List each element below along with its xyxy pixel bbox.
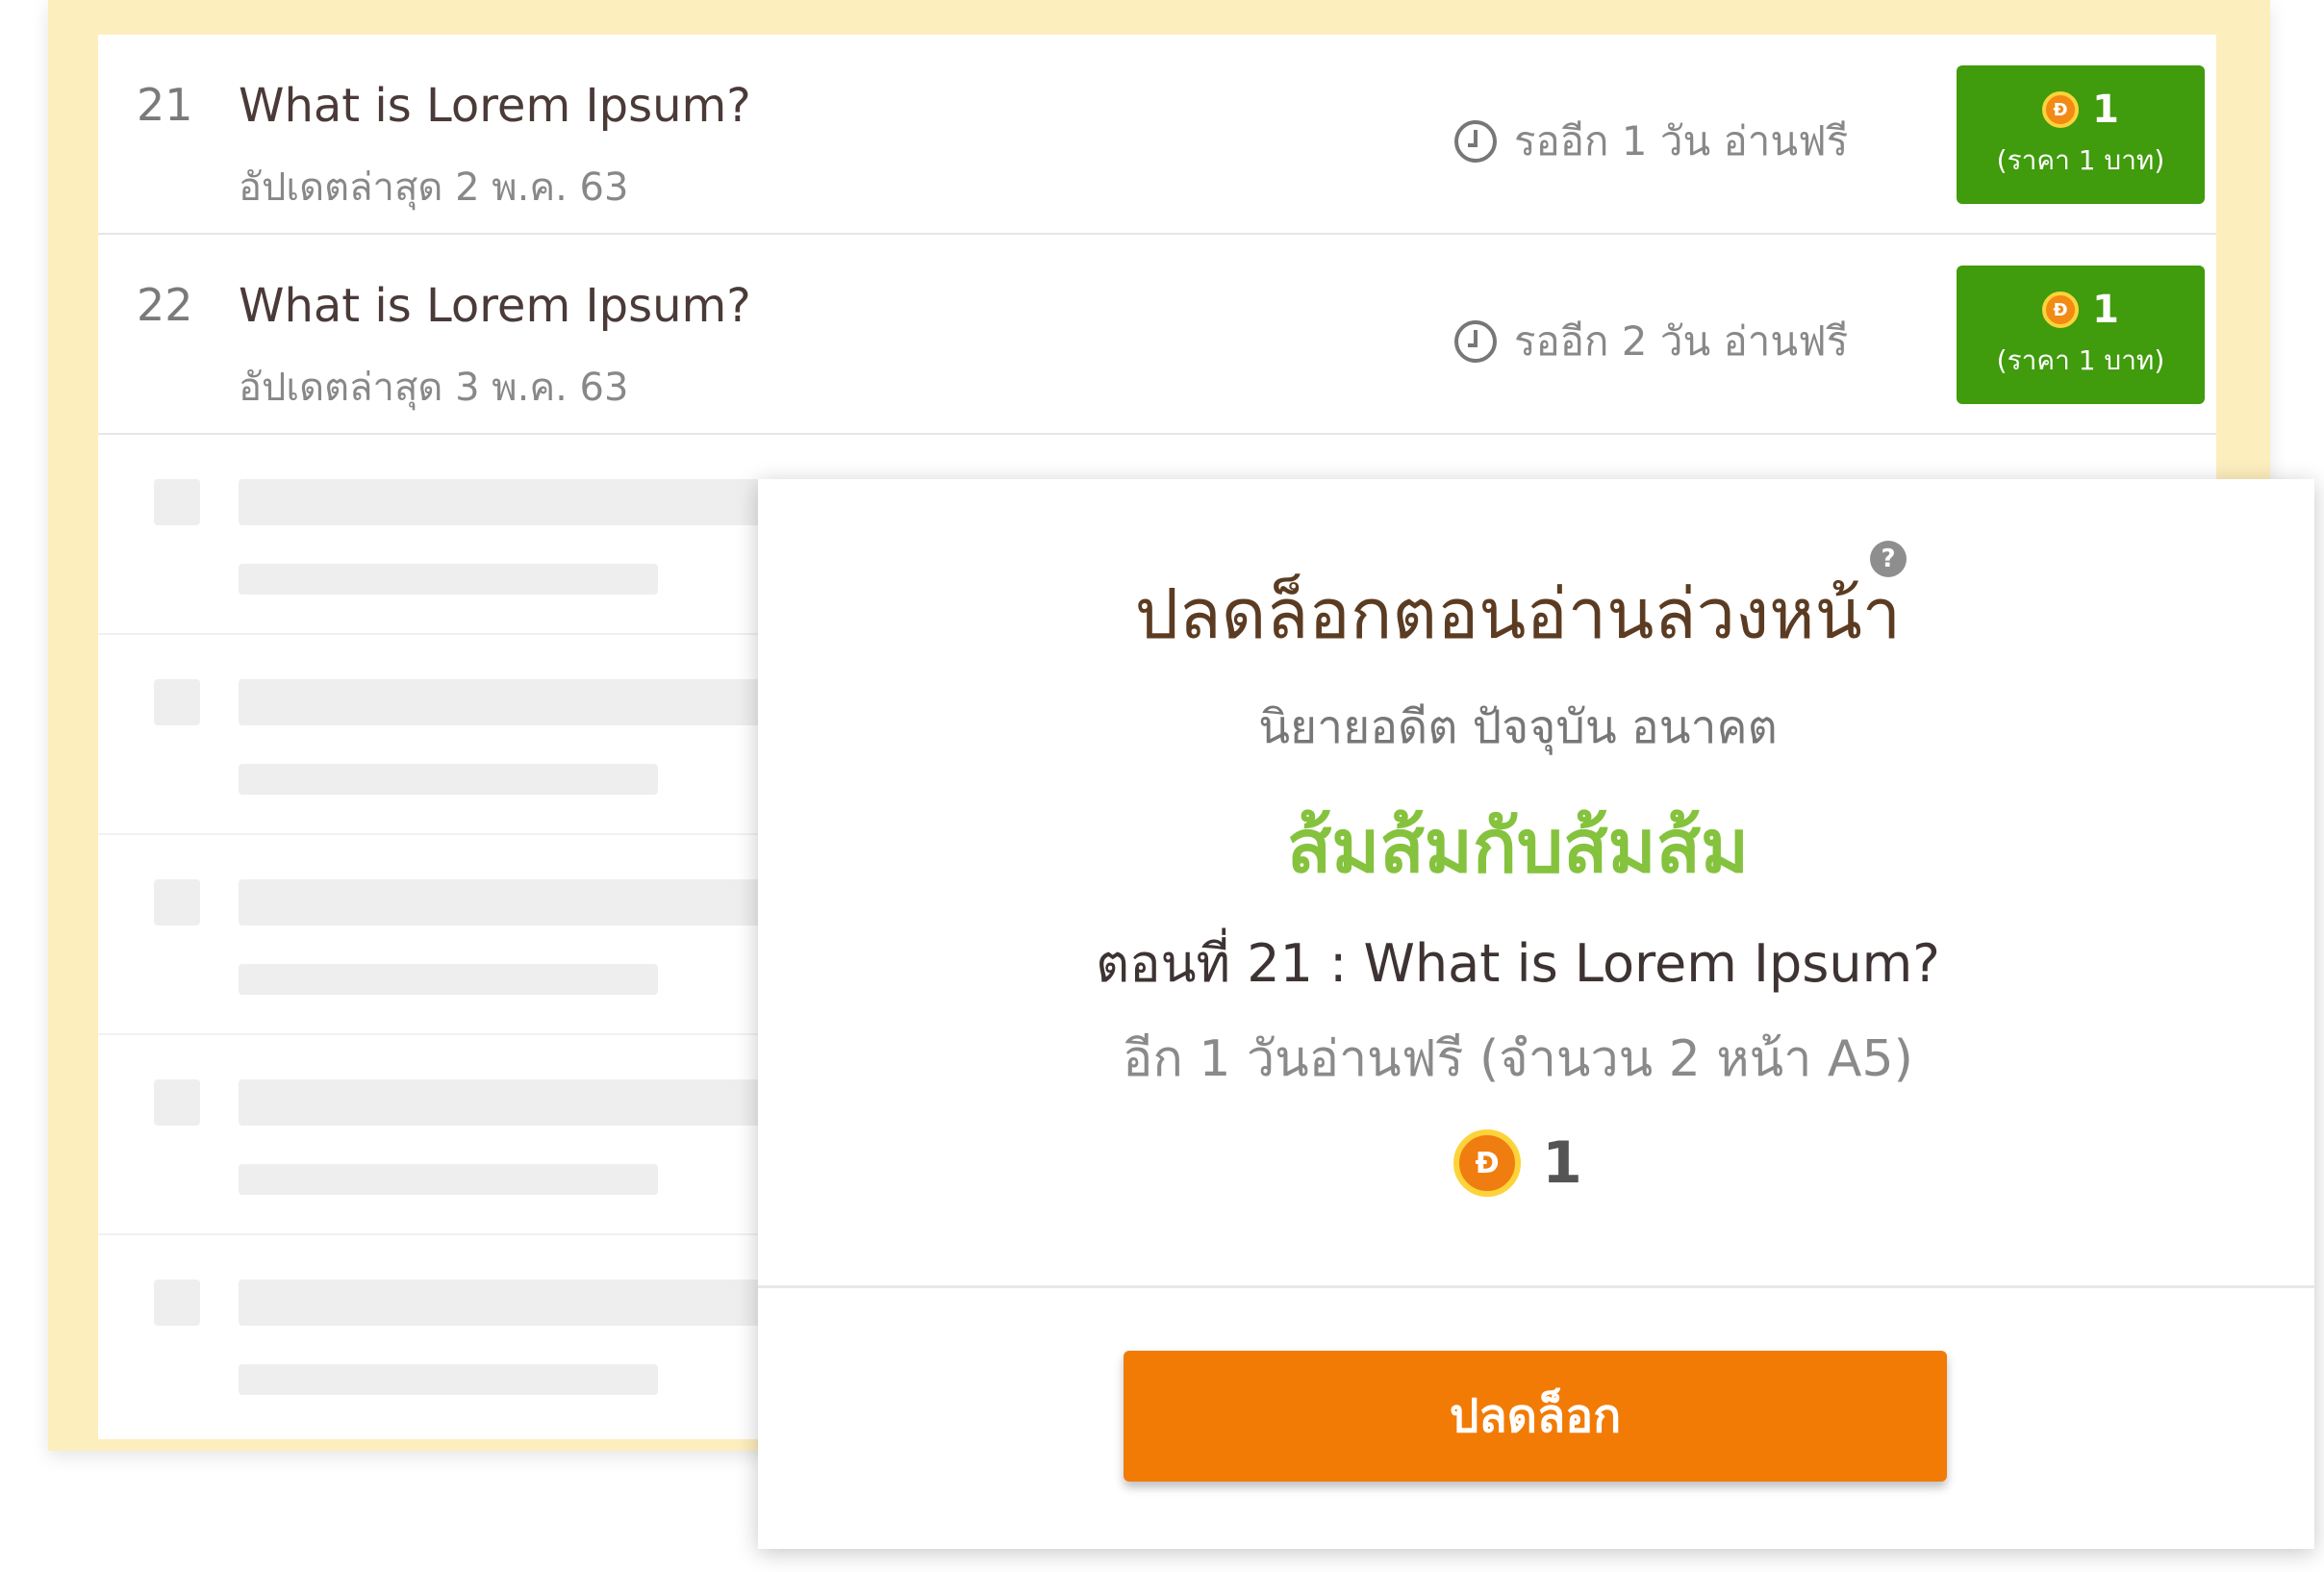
buy-episode-button[interactable]: Ɖ 1 (ราคา 1 บาท)	[1957, 65, 2205, 204]
unlock-button[interactable]: ปลดล็อก	[1124, 1351, 1947, 1482]
skeleton-date	[239, 564, 658, 595]
skeleton-title	[239, 679, 835, 725]
skeleton-title	[239, 1280, 835, 1326]
coin-icon: Ɖ	[1453, 1129, 1522, 1197]
skeleton-number	[154, 1079, 200, 1126]
skeleton-title	[239, 879, 835, 925]
skeleton-number	[154, 879, 200, 925]
price-note: (ราคา 1 บาท)	[1996, 344, 2165, 376]
clock-icon	[1454, 120, 1497, 163]
price-note: (ราคา 1 บาท)	[1996, 144, 2165, 176]
unlock-price: Ɖ 1	[758, 1129, 2278, 1197]
wait-free-label: รออีก 1 วัน อ่านฟรี	[1514, 117, 1849, 165]
skeleton-date	[239, 1364, 658, 1395]
buy-episode-button[interactable]: Ɖ 1 (ราคา 1 บาท)	[1957, 266, 2205, 404]
skeleton-date	[239, 1164, 658, 1195]
wait-free-label: รออีก 2 วัน อ่านฟรี	[1514, 317, 1849, 365]
episode-updated-date: อัปเดตล่าสุด 3 พ.ค. 63	[239, 366, 629, 410]
coin-icon: Ɖ	[2042, 91, 2080, 128]
skeleton-number	[154, 479, 200, 525]
episode-title: What is Lorem Ipsum?	[239, 79, 751, 133]
screen: 21 What is Lorem Ipsum? อัปเดตล่าสุด 2 พ…	[0, 0, 2324, 1572]
episode-label: ตอนที่ 21 : What is Lorem Ipsum?	[1096, 933, 1940, 994]
episode-row[interactable]: 21 What is Lorem Ipsum? อัปเดตล่าสุด 2 พ…	[98, 35, 2216, 235]
skeleton-title	[239, 1079, 835, 1126]
episode-updated-date: อัปเดตล่าสุด 2 พ.ค. 63	[239, 165, 629, 210]
episode-row[interactable]: 22 What is Lorem Ipsum? อัปเดตล่าสุด 3 พ…	[98, 235, 2216, 435]
skeleton-date	[239, 764, 658, 795]
price-top: Ɖ 1	[2042, 88, 2119, 132]
novel-name: ส้มส้มกับส้มส้ม	[1286, 803, 1750, 889]
unlock-modal: ? ปลดล็อกตอนอ่านล่วงหน้า นิยายอดีต ปัจจุ…	[758, 479, 2314, 1549]
skeleton-date	[239, 964, 658, 995]
episode-title: What is Lorem Ipsum?	[239, 279, 751, 333]
price-top: Ɖ 1	[2042, 288, 2119, 332]
price-value: 1	[2092, 288, 2119, 332]
wait-free-info: รออีก 1 วัน อ่านฟรี	[1454, 110, 1848, 173]
divider	[758, 1285, 2314, 1288]
skeleton-title	[239, 479, 835, 525]
free-read-info: อีก 1 วันอ่านฟรี (จำนวน 2 หน้า A5)	[1123, 1030, 1913, 1088]
unlock-price-value: 1	[1542, 1129, 1582, 1197]
novel-subtitle: นิยายอดีต ปัจจุบัน อนาคต	[1258, 700, 1778, 754]
skeleton-number	[154, 679, 200, 725]
episode-number: 22	[137, 279, 193, 331]
clock-icon	[1454, 320, 1497, 363]
episode-number: 21	[137, 79, 193, 131]
modal-title: ปลดล็อกตอนอ่านล่วงหน้า	[1134, 573, 1902, 654]
coin-icon: Ɖ	[2042, 292, 2080, 328]
price-value: 1	[2092, 88, 2119, 132]
skeleton-number	[154, 1280, 200, 1326]
wait-free-info: รออีก 2 วัน อ่านฟรี	[1454, 310, 1848, 373]
